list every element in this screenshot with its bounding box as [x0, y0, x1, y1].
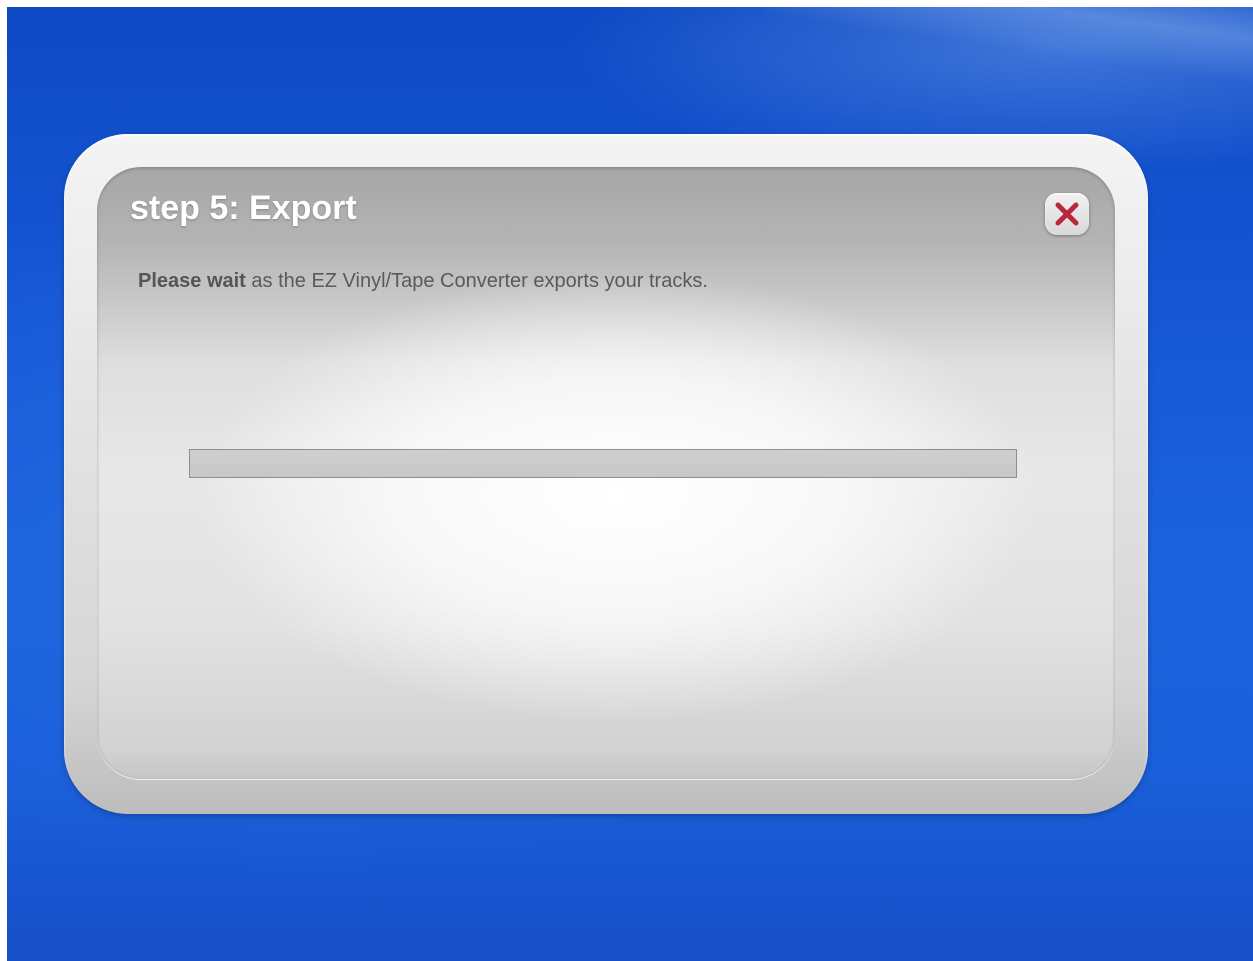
desktop-background: step 5: Export Please wait as the EZ Vin… — [7, 7, 1253, 961]
message-emphasis: Please wait — [138, 270, 246, 292]
close-button[interactable] — [1045, 193, 1089, 235]
status-message: Please wait as the EZ Vinyl/Tape Convert… — [138, 270, 708, 293]
export-dialog: step 5: Export Please wait as the EZ Vin… — [64, 134, 1148, 814]
dialog-title: step 5: Export — [130, 189, 357, 227]
export-progress-bar — [189, 449, 1017, 478]
dialog-panel: step 5: Export Please wait as the EZ Vin… — [97, 167, 1115, 779]
message-text: as the EZ Vinyl/Tape Converter exports y… — [245, 270, 708, 292]
close-x-icon — [1055, 202, 1079, 226]
